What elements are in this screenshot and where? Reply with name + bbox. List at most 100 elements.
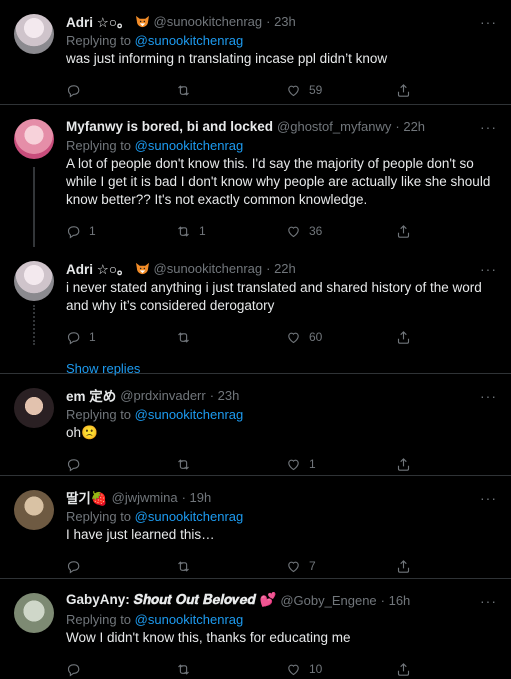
tweet-actions: 7 bbox=[66, 556, 497, 576]
replying-to: Replying to @sunookitchenrag bbox=[66, 138, 497, 153]
timestamp[interactable]: · 22h bbox=[266, 261, 296, 276]
user-handle[interactable]: @jwjwmina bbox=[112, 490, 178, 505]
reply-count: 1 bbox=[89, 224, 96, 238]
like-button[interactable]: 1 bbox=[286, 457, 396, 472]
retweet-icon bbox=[176, 662, 191, 677]
reply-icon bbox=[66, 330, 81, 345]
reply-button[interactable] bbox=[66, 83, 176, 98]
like-button[interactable]: 36 bbox=[286, 224, 396, 239]
retweet-button[interactable] bbox=[176, 559, 286, 574]
replying-to: Replying to @sunookitchenrag bbox=[66, 612, 497, 627]
retweet-button[interactable] bbox=[176, 662, 286, 677]
replying-to-link[interactable]: @sunookitchenrag bbox=[135, 407, 244, 422]
avatar[interactable] bbox=[14, 14, 54, 54]
share-button[interactable] bbox=[396, 83, 411, 98]
retweet-button[interactable] bbox=[176, 83, 286, 98]
tweet-actions: 10 bbox=[66, 659, 497, 679]
share-button[interactable] bbox=[396, 457, 411, 472]
user-handle[interactable]: @Goby_Engene bbox=[280, 593, 376, 608]
avatar[interactable] bbox=[14, 119, 54, 159]
like-button[interactable]: 7 bbox=[286, 559, 396, 574]
display-name[interactable]: 딸기🍓 bbox=[66, 488, 108, 506]
reply-icon bbox=[66, 662, 81, 677]
user-handle[interactable]: @ghostof_myfanwy bbox=[277, 119, 391, 134]
display-name[interactable]: Myfanwy is bored, bi and locked bbox=[66, 119, 273, 134]
share-button[interactable] bbox=[396, 330, 411, 345]
retweet-button[interactable] bbox=[176, 457, 286, 472]
retweet-button[interactable] bbox=[176, 330, 286, 345]
display-name[interactable]: em 定め bbox=[66, 386, 116, 404]
retweet-icon bbox=[176, 559, 191, 574]
tweet-actions: 1 bbox=[66, 454, 497, 474]
reply-button[interactable]: 1 bbox=[66, 224, 176, 239]
retweet-icon bbox=[176, 330, 191, 345]
tweet[interactable]: 딸기🍓 @jwjwmina · 19h ··· Replying to @sun… bbox=[0, 476, 511, 579]
user-handle[interactable]: @sunookitchenrag bbox=[154, 14, 263, 29]
user-handle[interactable]: @prdxinvaderr bbox=[120, 388, 205, 403]
replying-to-link[interactable]: @sunookitchenrag bbox=[135, 612, 244, 627]
more-options-icon[interactable]: ··· bbox=[480, 261, 497, 277]
timestamp[interactable]: · 23h bbox=[266, 14, 296, 29]
display-name[interactable]: Adri ☆○。 bbox=[66, 12, 131, 30]
display-name[interactable]: Adri ☆○。 bbox=[66, 259, 131, 277]
user-handle[interactable]: @sunookitchenrag bbox=[154, 261, 263, 276]
heart-icon bbox=[286, 224, 301, 239]
like-count: 1 bbox=[309, 457, 316, 471]
replying-to-label: Replying to bbox=[66, 33, 135, 48]
timestamp[interactable]: · 19h bbox=[182, 490, 212, 505]
reply-button[interactable] bbox=[66, 662, 176, 677]
tweet-actions: 1 60 bbox=[66, 327, 497, 347]
replying-to: Replying to @sunookitchenrag bbox=[66, 33, 497, 48]
replying-to: Replying to @sunookitchenrag bbox=[66, 407, 497, 422]
retweet-icon bbox=[176, 457, 191, 472]
replying-to: Replying to @sunookitchenrag bbox=[66, 509, 497, 524]
fox-emoji-icon bbox=[135, 262, 150, 275]
replying-to-label: Replying to bbox=[66, 138, 135, 153]
replying-to-label: Replying to bbox=[66, 509, 135, 524]
reply-button[interactable]: 1 bbox=[66, 330, 176, 345]
display-name[interactable]: GabyAny: 𝑺𝒉𝒐𝒖𝒕 𝑶𝒖𝒕 𝑩𝒆𝒍𝒐𝒗𝒆𝒅 💕 bbox=[66, 592, 276, 608]
timestamp[interactable]: · 23h bbox=[210, 388, 240, 403]
more-options-icon[interactable]: ··· bbox=[480, 490, 497, 506]
like-button[interactable]: 59 bbox=[286, 83, 396, 98]
tweet-actions: 1 1 36 bbox=[66, 221, 497, 241]
share-button[interactable] bbox=[396, 662, 411, 677]
reply-icon bbox=[66, 559, 81, 574]
replying-to-link[interactable]: @sunookitchenrag bbox=[135, 509, 244, 524]
tweet[interactable]: Adri ☆○。 @sunookitchenrag · 23h ··· Repl… bbox=[0, 0, 511, 105]
reply-icon bbox=[66, 224, 81, 239]
replying-to-link[interactable]: @sunookitchenrag bbox=[135, 138, 244, 153]
replying-to-label: Replying to bbox=[66, 407, 135, 422]
more-options-icon[interactable]: ··· bbox=[480, 14, 497, 30]
like-button[interactable]: 60 bbox=[286, 330, 396, 345]
tweet[interactable]: em 定め @prdxinvaderr · 23h ··· Replying t… bbox=[0, 374, 511, 476]
reply-icon bbox=[66, 457, 81, 472]
avatar[interactable] bbox=[14, 490, 54, 530]
share-button[interactable] bbox=[396, 224, 411, 239]
like-button[interactable]: 10 bbox=[286, 662, 396, 677]
tweet[interactable]: Myfanwy is bored, bi and locked @ghostof… bbox=[0, 105, 511, 241]
retweet-button[interactable]: 1 bbox=[176, 224, 286, 239]
avatar[interactable] bbox=[14, 593, 54, 633]
timestamp[interactable]: · 16h bbox=[381, 593, 411, 608]
more-options-icon[interactable]: ··· bbox=[480, 119, 497, 135]
tweet[interactable]: GabyAny: 𝑺𝒉𝒐𝒖𝒕 𝑶𝒖𝒕 𝑩𝒆𝒍𝒐𝒗𝒆𝒅 💕 @Goby_Engen… bbox=[0, 579, 511, 679]
timestamp[interactable]: · 22h bbox=[395, 119, 425, 134]
heart-icon bbox=[286, 457, 301, 472]
avatar[interactable] bbox=[14, 261, 54, 301]
retweet-icon bbox=[176, 83, 191, 98]
replying-to-link[interactable]: @sunookitchenrag bbox=[135, 33, 244, 48]
tweet[interactable]: Adri ☆○。 @sunookitchenrag · 22h ··· i ne… bbox=[0, 241, 511, 376]
reply-button[interactable] bbox=[66, 559, 176, 574]
more-options-icon[interactable]: ··· bbox=[480, 388, 497, 404]
like-count: 60 bbox=[309, 330, 323, 344]
like-count: 36 bbox=[309, 224, 323, 238]
fox-emoji-icon bbox=[135, 15, 150, 28]
reply-button[interactable] bbox=[66, 457, 176, 472]
more-options-icon[interactable]: ··· bbox=[480, 593, 497, 609]
tweet-text: i never stated anything i just translate… bbox=[66, 280, 482, 313]
share-icon bbox=[396, 330, 411, 345]
tweet-text: I have just learned this… bbox=[66, 527, 215, 542]
share-button[interactable] bbox=[396, 559, 411, 574]
avatar[interactable] bbox=[14, 388, 54, 428]
